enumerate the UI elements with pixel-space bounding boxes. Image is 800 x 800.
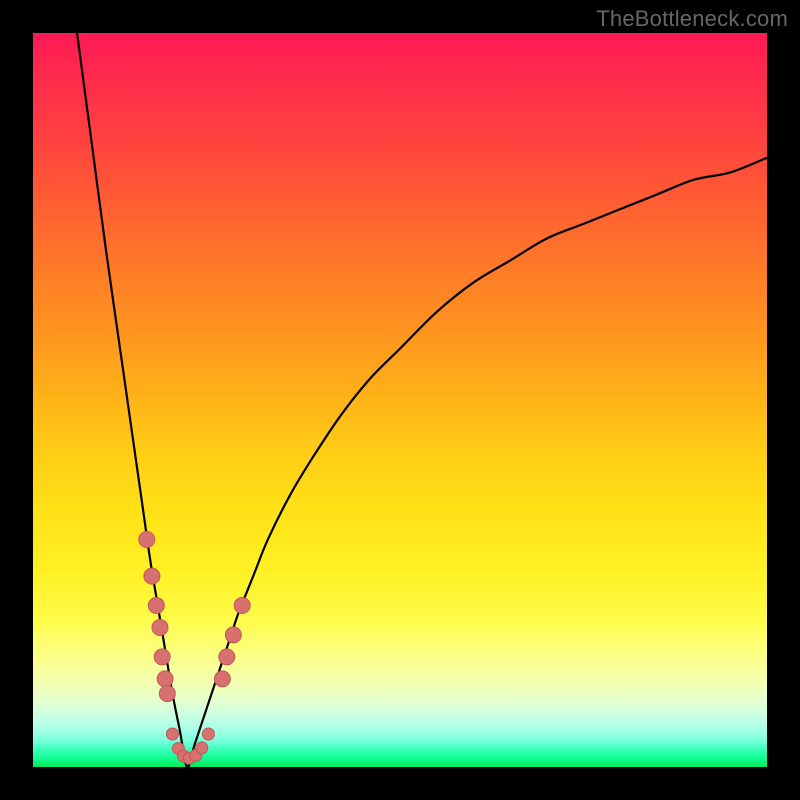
sample-dot: [214, 671, 230, 687]
sample-dot: [154, 649, 170, 665]
sample-dot: [202, 728, 214, 740]
sample-dot: [144, 568, 160, 584]
sample-dot: [219, 649, 235, 665]
curve-layer: [33, 33, 767, 767]
sample-dot: [157, 671, 173, 687]
sample-dot: [225, 627, 241, 643]
sample-dot: [196, 742, 208, 754]
sample-dots: [139, 531, 250, 764]
sample-dot: [166, 728, 178, 740]
sample-dot: [152, 620, 168, 636]
sample-dot: [159, 686, 175, 702]
watermark-text: TheBottleneck.com: [596, 6, 788, 32]
bottleneck-curve: [77, 33, 767, 767]
sample-dot: [148, 598, 164, 614]
chart-frame: TheBottleneck.com: [0, 0, 800, 800]
sample-dot: [234, 598, 250, 614]
sample-dot: [139, 531, 155, 547]
plot-area: [33, 33, 767, 767]
